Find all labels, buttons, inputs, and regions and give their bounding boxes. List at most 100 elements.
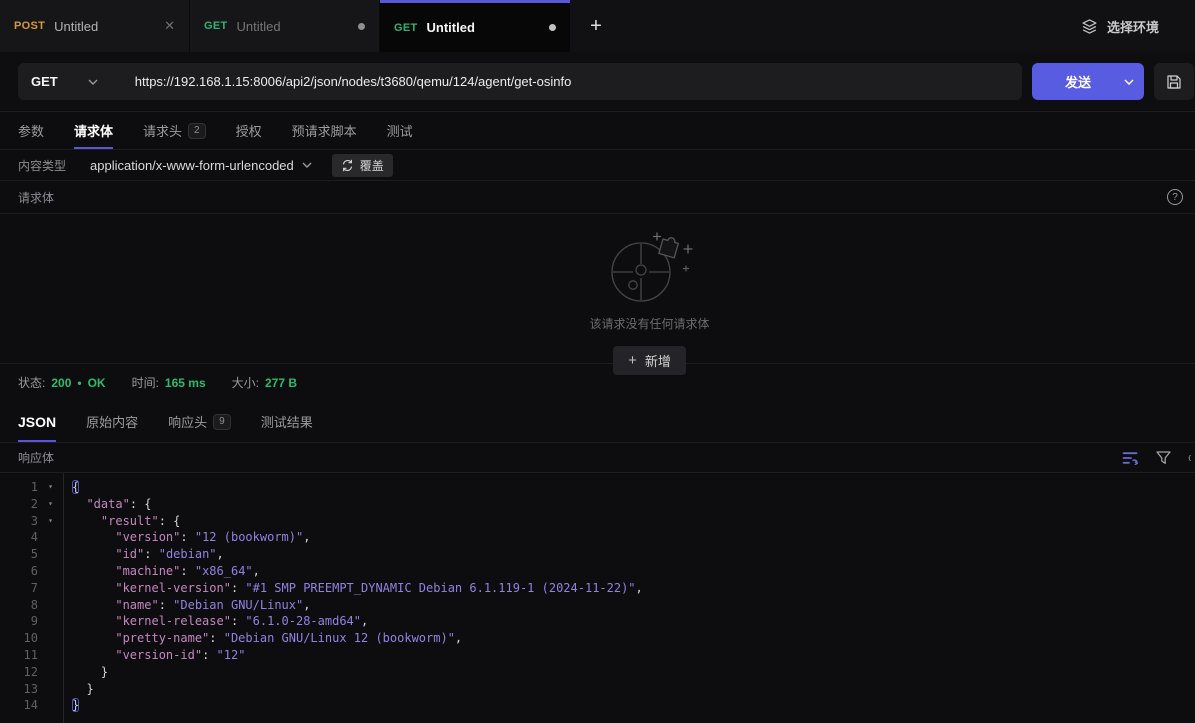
send-button[interactable]: 发送	[1032, 63, 1144, 100]
content-type-value: application/x-www-form-urlencoded	[90, 158, 294, 173]
add-body-label: 新增	[645, 351, 671, 370]
close-icon[interactable]: ✕	[164, 18, 175, 34]
fold-gutter	[38, 563, 63, 580]
tab-label: 参数	[18, 121, 44, 140]
code-line: 3▾ "result": {	[0, 513, 1195, 530]
tab-json[interactable]: JSON	[18, 401, 56, 442]
response-headers-count-badge: 9	[213, 414, 231, 430]
response-json-view[interactable]: 1▾{2▾ "data": {3▾ "result": {4 "version"…	[0, 473, 1195, 723]
tab-tests[interactable]: 测试	[387, 112, 413, 149]
new-tab-button[interactable]: +	[570, 0, 622, 52]
request-tab-post-untitled[interactable]: POST Untitled ✕	[0, 0, 190, 52]
tab-label: 测试	[387, 121, 413, 140]
line-number: 9	[0, 613, 38, 630]
override-button[interactable]: 覆盖	[332, 154, 393, 177]
tab-params[interactable]: 参数	[18, 112, 44, 149]
request-body-header: 请求体 ?	[0, 181, 1195, 214]
fold-arrow-icon[interactable]: ▾	[38, 479, 63, 496]
line-number: 14	[0, 697, 38, 714]
layers-icon	[1081, 18, 1098, 35]
code-line: 11 "version-id": "12"	[0, 647, 1195, 664]
environment-selector[interactable]: 选择环境	[1081, 0, 1195, 52]
fold-arrow-icon[interactable]: ▾	[38, 513, 63, 530]
status-text: OK	[88, 376, 106, 390]
code-text: "machine": "x86_64",	[63, 563, 260, 580]
method-select[interactable]: GET	[18, 74, 112, 89]
floppy-disk-icon	[1166, 74, 1182, 90]
tab-test-results[interactable]: 测试结果	[261, 401, 313, 442]
tab-response-headers[interactable]: 响应头 9	[168, 401, 231, 442]
time-value: 165 ms	[165, 376, 206, 390]
fold-gutter	[38, 613, 63, 630]
request-tab-get-untitled[interactable]: GET Untitled	[190, 0, 380, 52]
line-number: 12	[0, 664, 38, 681]
line-number: 7	[0, 580, 38, 597]
fold-gutter	[38, 647, 63, 664]
tab-label: 响应头	[168, 412, 207, 431]
code-line: 14}	[0, 697, 1195, 714]
fold-gutter	[38, 681, 63, 698]
truncated-icon[interactable]	[1188, 451, 1195, 465]
fold-gutter	[38, 597, 63, 614]
code-line: 5 "id": "debian",	[0, 546, 1195, 563]
tab-label: 预请求脚本	[292, 121, 357, 140]
code-line: 8 "name": "Debian GNU/Linux",	[0, 597, 1195, 614]
method-label: GET	[204, 20, 228, 32]
tab-headers[interactable]: 请求头 2	[143, 112, 206, 149]
code-text: "version": "12 (bookworm)",	[63, 529, 310, 546]
line-number: 3	[0, 513, 38, 530]
tab-label: 请求头	[143, 121, 182, 140]
tab-title: Untitled	[427, 20, 540, 35]
code-line: 13 }	[0, 681, 1195, 698]
response-tabs: JSON 原始内容 响应头 9 测试结果	[0, 401, 1195, 443]
tab-label: JSON	[18, 414, 56, 430]
time-group: 时间: 165 ms	[132, 374, 206, 391]
status-group: 状态: 200 • OK	[18, 374, 106, 391]
line-number: 2	[0, 496, 38, 513]
url-input[interactable]: GET https://192.168.1.15:8006/api2/json/…	[18, 63, 1022, 100]
line-number: 11	[0, 647, 38, 664]
code-line: 10 "pretty-name": "Debian GNU/Linux 12 (…	[0, 630, 1195, 647]
puzzle-illustration	[603, 229, 695, 305]
format-icon[interactable]	[1122, 451, 1139, 465]
tab-label: 授权	[236, 121, 262, 140]
line-number: 13	[0, 681, 38, 698]
request-tabs: 参数 请求体 请求头 2 授权 预请求脚本 测试	[0, 112, 1195, 150]
headers-count-badge: 2	[188, 123, 206, 139]
chevron-down-icon[interactable]	[1114, 79, 1144, 85]
tab-raw[interactable]: 原始内容	[86, 401, 138, 442]
tab-body[interactable]: 请求体	[74, 112, 113, 149]
code-line: 4 "version": "12 (bookworm)",	[0, 529, 1195, 546]
tab-pre-request-script[interactable]: 预请求脚本	[292, 112, 357, 149]
code-text: }	[63, 664, 108, 681]
method-label: POST	[14, 20, 45, 32]
size-label: 大小:	[232, 374, 259, 391]
content-type-label: 内容类型	[18, 157, 66, 174]
code-text: "version-id": "12"	[63, 647, 245, 664]
tab-title: Untitled	[237, 19, 349, 34]
request-tab-get-untitled-active[interactable]: GET Untitled	[380, 0, 570, 52]
save-button[interactable]	[1154, 63, 1194, 100]
code-text: "kernel-release": "6.1.0-28-amd64",	[63, 613, 368, 630]
request-url-row: GET https://192.168.1.15:8006/api2/json/…	[0, 52, 1195, 112]
add-body-button[interactable]: + 新增	[613, 346, 686, 375]
content-type-select[interactable]: application/x-www-form-urlencoded	[90, 158, 312, 173]
url-value[interactable]: https://192.168.1.15:8006/api2/json/node…	[135, 74, 572, 89]
code-text: "pretty-name": "Debian GNU/Linux 12 (boo…	[63, 630, 462, 647]
tab-auth[interactable]: 授权	[236, 112, 262, 149]
app-window: POST Untitled ✕ GET Untitled GET Untitle…	[0, 0, 1195, 723]
filter-icon[interactable]	[1156, 451, 1171, 465]
line-number: 5	[0, 546, 38, 563]
size-group: 大小: 277 B	[232, 374, 297, 391]
tab-label: 测试结果	[261, 412, 313, 431]
code-line: 7 "kernel-version": "#1 SMP PREEMPT_DYNA…	[0, 580, 1195, 597]
fold-gutter	[38, 546, 63, 563]
help-icon[interactable]: ?	[1167, 189, 1183, 205]
fold-arrow-icon[interactable]: ▾	[38, 496, 63, 513]
request-body-title: 请求体	[18, 189, 54, 206]
method-label: GET	[394, 22, 418, 34]
tab-title: Untitled	[54, 19, 155, 34]
code-line: 2▾ "data": {	[0, 496, 1195, 513]
response-body-title: 响应体	[18, 449, 54, 466]
fold-gutter	[38, 630, 63, 647]
